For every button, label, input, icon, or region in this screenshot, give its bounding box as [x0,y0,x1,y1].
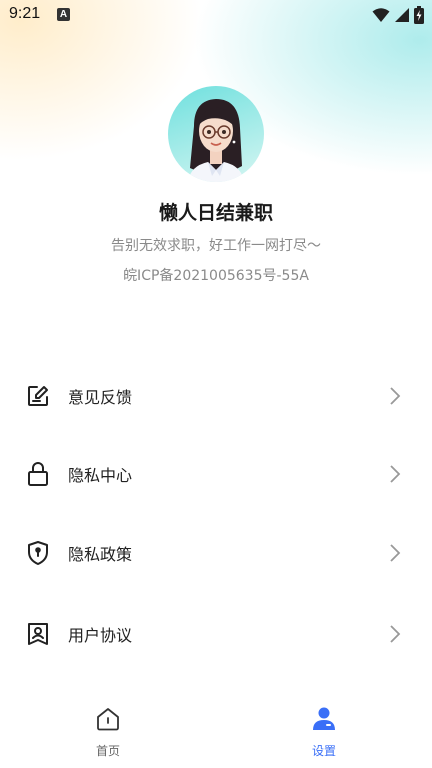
shield-icon [24,539,52,567]
icp-number: 皖ICP备2021005635号-55A [123,268,309,284]
status-bar: 9:21 A [0,0,432,30]
notification-a-icon: A [57,8,70,21]
app-name: 懒人日结兼职 [158,202,273,224]
signal-icon [395,8,409,22]
menu-item-label: 意见反馈 [68,388,133,407]
tab-settings[interactable]: 设置 [264,706,384,759]
menu-item-label: 隐私政策 [68,545,133,564]
tab-home[interactable]: 首页 [48,706,168,759]
status-time: 9:21 [9,5,41,22]
tab-label: 设置 [311,744,336,758]
profile-section: 懒人日结兼职 告别无效求职，好工作一网打尽～ 皖ICP备2021005635号-… [0,86,432,285]
menu-item-privacy-policy[interactable]: 隐私政策 [0,513,432,593]
menu-item-label: 用户协议 [68,626,133,645]
app-slogan: 告别无效求职，好工作一网打尽～ [111,238,321,254]
status-icons [372,6,424,24]
avatar [168,86,264,182]
menu-item-privacy-center[interactable]: 隐私中心 [0,434,432,514]
chevron-right-icon [390,465,401,483]
menu-item-user-agreement[interactable]: 用户协议 [0,594,432,674]
chevron-right-icon [390,387,401,405]
avatar-illustration [188,99,244,182]
home-icon [97,708,119,731]
chevron-right-icon [390,544,401,562]
user-profile-icon [313,707,335,730]
menu-item-feedback[interactable]: 意见反馈 [0,356,432,436]
lock-icon [24,460,52,488]
tab-label: 首页 [95,744,120,758]
user-agreement-icon [24,620,52,648]
battery-icon [414,6,424,24]
wifi-icon [372,8,390,22]
menu-item-label: 隐私中心 [68,466,133,485]
feedback-icon [24,382,52,410]
chevron-right-icon [390,625,401,643]
bottom-tab-bar: 首页 设置 [0,700,432,768]
